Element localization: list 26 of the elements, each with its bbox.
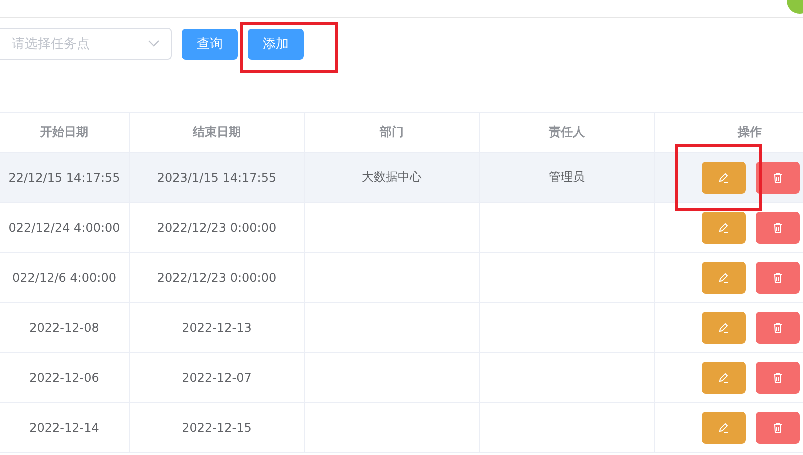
table-cell: 2022-12-13 (182, 320, 252, 334)
task-point-select[interactable]: 请选择任务点 (0, 28, 172, 60)
table-cell: 大数据中心 (362, 169, 422, 186)
table-cell: 2022/12/23 0:00:00 (157, 270, 277, 284)
table-cell: 22/12/15 14:17:55 (8, 170, 120, 184)
table-cell: 2022-12-07 (182, 370, 252, 384)
column-header: 责任人 (480, 113, 655, 152)
table-cell: 022/12/6 4:00:00 (12, 270, 116, 284)
table-row[interactable]: 022/12/24 4:00:00 2022/12/23 0:00:00 (0, 203, 803, 253)
table-cell: 2023/1/15 14:17:55 (157, 170, 277, 184)
table-cell: 022/12/24 4:00:00 (8, 220, 120, 234)
column-header: 部门 (305, 113, 480, 152)
table-row[interactable]: 22/12/15 14:17:55 2023/1/15 14:17:55 大数据中心 管理员 (0, 153, 803, 203)
table-row[interactable]: 2022-12-08 2022-12-13 (0, 303, 803, 353)
table-cell: 2022-12-06 (30, 370, 100, 384)
column-header: 结束日期 (130, 113, 305, 152)
table-row[interactable]: 2022-12-06 2022-12-07 (0, 353, 803, 403)
column-header: 开始日期 (0, 113, 130, 152)
table-row[interactable]: 022/12/6 4:00:00 2022/12/23 0:00:00 (0, 253, 803, 303)
table-cell: 2022/12/23 0:00:00 (157, 220, 277, 234)
column-header: 操作 (736, 124, 763, 141)
table-cell: 2022-12-08 (30, 320, 100, 334)
table-cell: 2022-12-15 (182, 420, 252, 434)
table-cell: 2022-12-14 (30, 420, 100, 434)
table-row[interactable]: 2022-12-14 2022-12-15 (0, 403, 803, 453)
table-cell: 管理员 (549, 169, 585, 186)
